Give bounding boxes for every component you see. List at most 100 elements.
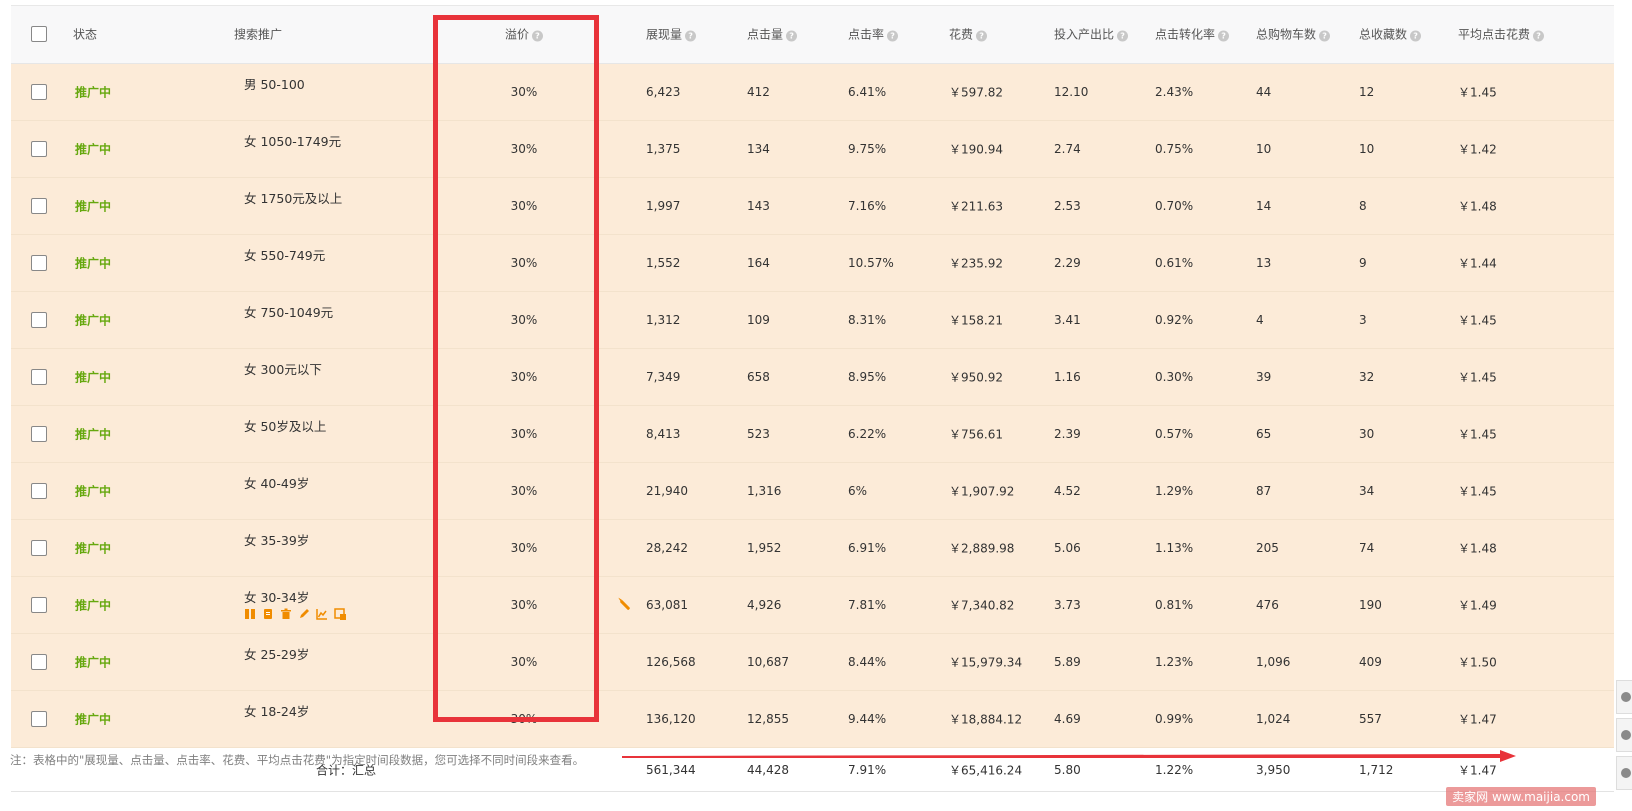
- crowd-name: 女 35-39岁: [244, 533, 310, 548]
- row-checkbox[interactable]: [31, 84, 47, 100]
- cell-carts: 4: [1256, 313, 1264, 327]
- cell-favs: 30: [1359, 427, 1375, 441]
- cell-clicks: 164: [747, 256, 770, 270]
- table-body: 推广中男 50-100 30% 6,423 412 6.41% ￥597.82 12.10 2…: [11, 64, 1614, 748]
- col-header-favs-label: 总收藏数: [1359, 27, 1408, 42]
- help-icon[interactable]: ?: [887, 30, 899, 42]
- row-checkbox[interactable]: [31, 426, 47, 442]
- col-header-cost[interactable]: 花费?: [949, 26, 988, 43]
- help-icon[interactable]: ?: [786, 30, 798, 42]
- cell-roi: 4.52: [1054, 484, 1081, 498]
- row-checkbox[interactable]: [31, 141, 47, 157]
- premium-value: 30%: [510, 541, 538, 555]
- help-icon[interactable]: ?: [1218, 30, 1230, 42]
- table-row: 推广中 女 50岁及以上 30% 8,413 523 6.22% ￥756.61 2.39 0.…: [11, 406, 1614, 463]
- col-header-cvr[interactable]: 点击转化率?: [1155, 26, 1230, 43]
- cell-clicks: 143: [747, 199, 770, 213]
- cell-cvr: 0.70%: [1155, 199, 1194, 213]
- col-header-favs[interactable]: 总收藏数?: [1359, 26, 1422, 43]
- help-icon[interactable]: ?: [1533, 30, 1545, 42]
- select-all-checkbox[interactable]: [31, 26, 47, 42]
- cell-cpc: ￥1.45: [1458, 427, 1497, 442]
- pause-icon[interactable]: [244, 608, 256, 620]
- help-icon[interactable]: ?: [976, 30, 988, 42]
- cell-carts: 13: [1256, 256, 1272, 270]
- cell-cost: ￥950.92: [949, 370, 1003, 385]
- col-header-roi[interactable]: 投入产出比?: [1054, 26, 1129, 43]
- help-icon[interactable]: ?: [685, 30, 697, 42]
- summary-cost: ￥65,416.24: [949, 763, 1023, 778]
- report-icon[interactable]: [262, 608, 274, 620]
- edit-icon[interactable]: [298, 608, 310, 620]
- col-header-clicks[interactable]: 点击量?: [747, 26, 798, 43]
- cell-ctr: 9.44%: [848, 712, 887, 726]
- data-chart-icon[interactable]: [334, 608, 346, 620]
- cell-cvr: 1.13%: [1155, 541, 1194, 555]
- cell-cvr: 0.81%: [1155, 598, 1194, 612]
- table-row: 推广中 女 750-1049元 30% 1,312 109 8.31% ￥158.21 3.4…: [11, 292, 1614, 349]
- cell-carts: 14: [1256, 199, 1272, 213]
- table-row: 推广中 女 30-34岁 30% 63,081 4,926 7.81% ￥7,340.82 3…: [11, 577, 1614, 634]
- premium-value: 30%: [510, 313, 538, 327]
- help-icon[interactable]: ?: [532, 30, 543, 42]
- summary-ctr: 7.91%: [848, 763, 887, 777]
- col-header-ctr[interactable]: 点击率?: [848, 26, 899, 43]
- side-chat-icon[interactable]: [1616, 718, 1632, 752]
- cell-cost: ￥235.92: [949, 256, 1003, 271]
- summary-cvr: 1.22%: [1155, 763, 1194, 777]
- status-badge: 推广中: [75, 313, 112, 328]
- summary-clicks: 44,428: [747, 763, 789, 777]
- status-badge: 推广中: [75, 541, 112, 556]
- cell-ctr: 10.57%: [848, 256, 894, 270]
- trend-chart-icon[interactable]: [316, 608, 328, 620]
- cell-favs: 8: [1359, 199, 1367, 213]
- help-icon[interactable]: ?: [1410, 30, 1422, 42]
- crowd-name: 女 550-749元: [244, 248, 326, 263]
- status-badge: 推广中: [75, 370, 112, 385]
- row-checkbox[interactable]: [31, 711, 47, 727]
- status-badge: 推广中: [75, 256, 112, 271]
- row-checkbox[interactable]: [31, 198, 47, 214]
- cell-clicks: 109: [747, 313, 770, 327]
- cell-favs: 3: [1359, 313, 1367, 327]
- status-badge: 推广中: [75, 598, 112, 613]
- cell-carts: 65: [1256, 427, 1272, 441]
- edit-premium-pencil-icon[interactable]: [619, 599, 631, 611]
- table-row: 推广中 女 18-24岁 30% 136,120 12,855 9.44% ￥18,884.…: [11, 691, 1614, 748]
- row-checkbox[interactable]: [31, 654, 47, 670]
- help-icon[interactable]: ?: [1117, 30, 1129, 42]
- cell-ctr: 6.22%: [848, 427, 887, 441]
- col-header-premium[interactable]: 溢价?: [443, 26, 605, 43]
- row-checkbox[interactable]: [31, 483, 47, 499]
- cell-favs: 190: [1359, 598, 1382, 612]
- col-header-cpc[interactable]: 平均点击花费?: [1458, 26, 1545, 43]
- premium-value: 30%: [510, 85, 538, 99]
- table-row: 推广中 男 50-100 30% 6,423 412 6.41% ￥597.82 12.10 2…: [11, 64, 1614, 121]
- status-badge: 推广中: [75, 427, 112, 442]
- help-icon[interactable]: ?: [1319, 30, 1331, 42]
- cell-roi: 2.39: [1054, 427, 1081, 441]
- col-header-status: 状态: [73, 27, 98, 42]
- row-checkbox[interactable]: [31, 312, 47, 328]
- cell-ctr: 7.81%: [848, 598, 887, 612]
- row-checkbox[interactable]: [31, 597, 47, 613]
- side-top-icon[interactable]: [1616, 756, 1632, 790]
- side-toolbar: [1616, 680, 1632, 794]
- cell-clicks: 134: [747, 142, 770, 156]
- premium-value: 30%: [510, 484, 538, 498]
- premium-value: 30%: [510, 598, 538, 612]
- cell-roi: 3.41: [1054, 313, 1081, 327]
- cell-cpc: ￥1.48: [1458, 199, 1497, 214]
- crowd-name: 女 50岁及以上: [244, 419, 327, 434]
- cell-cost: ￥597.82: [949, 85, 1003, 100]
- col-header-carts[interactable]: 总购物车数?: [1256, 26, 1331, 43]
- cell-favs: 74: [1359, 541, 1375, 555]
- delete-icon[interactable]: [280, 608, 292, 620]
- row-checkbox[interactable]: [31, 540, 47, 556]
- row-checkbox[interactable]: [31, 255, 47, 271]
- side-user-icon[interactable]: [1616, 680, 1632, 714]
- cell-cost: ￥1,907.92: [949, 484, 1015, 499]
- row-checkbox[interactable]: [31, 369, 47, 385]
- col-header-impressions[interactable]: 展现量?: [646, 26, 697, 43]
- table-row: 推广中 女 25-29岁 30% 126,568 10,687 8.44% ￥15,979.…: [11, 634, 1614, 691]
